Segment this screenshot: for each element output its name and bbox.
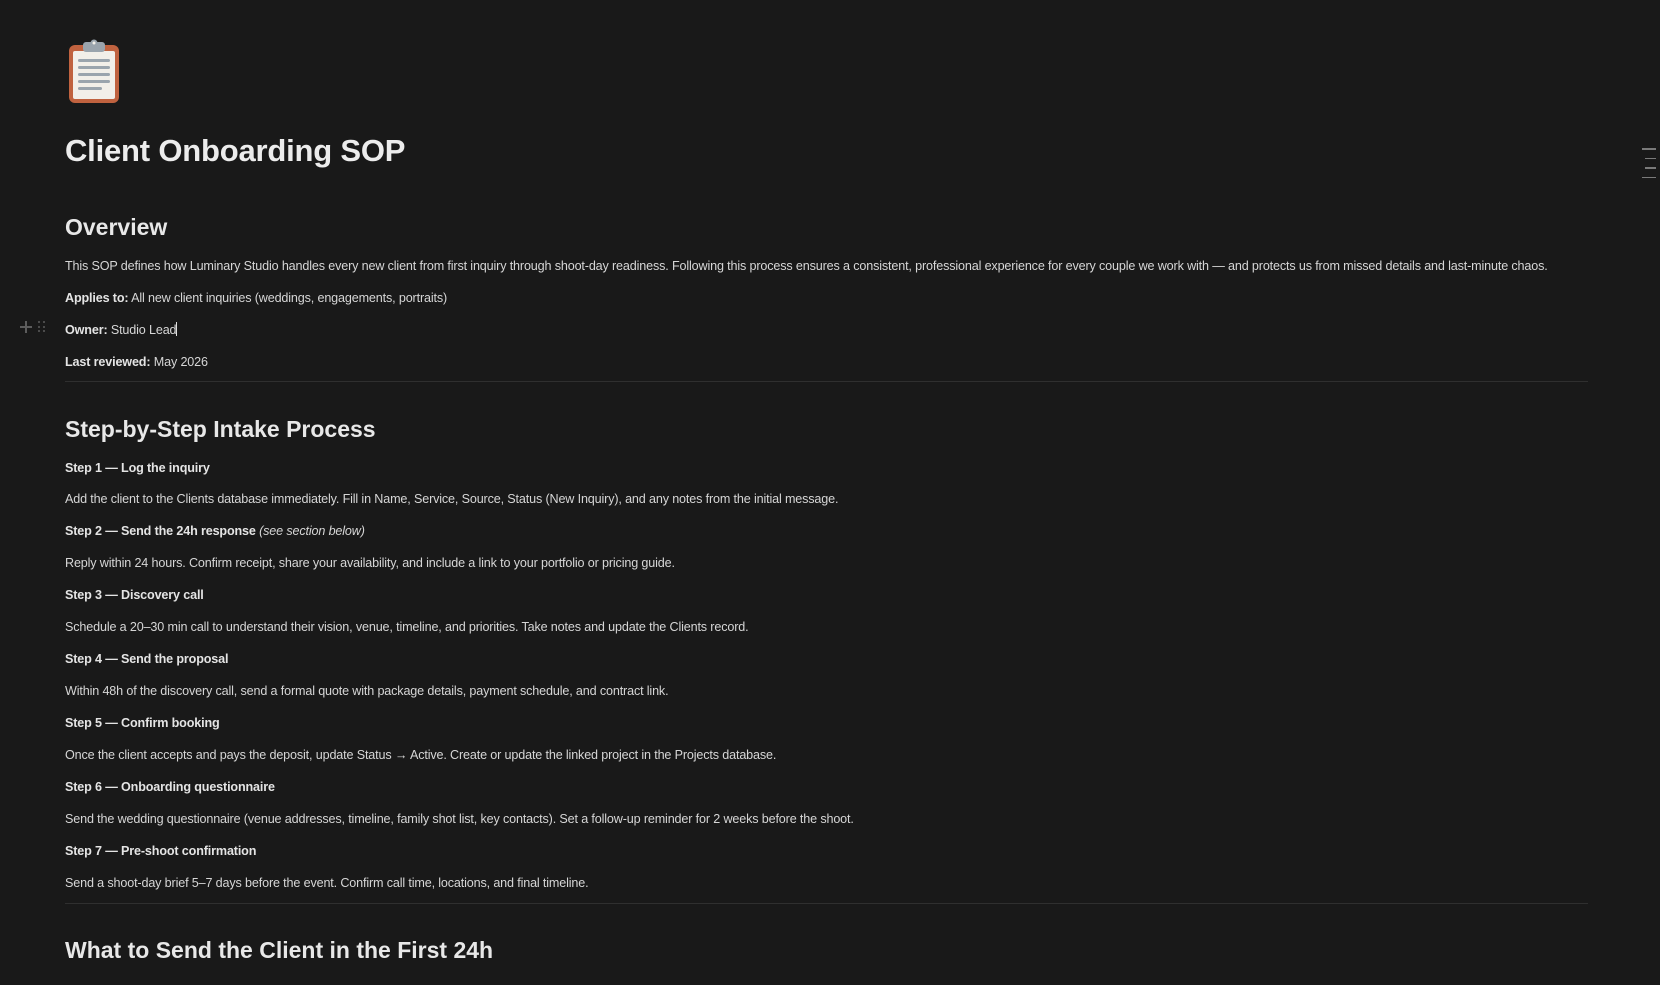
- divider: [65, 381, 1588, 382]
- last-reviewed-label: Last reviewed:: [65, 355, 151, 369]
- drag-handle-icon[interactable]: [38, 321, 46, 333]
- last-reviewed-value: May 2026: [150, 355, 208, 369]
- heading-overview[interactable]: Overview: [65, 214, 167, 241]
- step-title-text: Step 5 — Confirm booking: [65, 716, 220, 730]
- step-7-body[interactable]: Send a shoot-day brief 5–7 days before t…: [65, 874, 589, 892]
- text-cursor: [176, 322, 178, 336]
- owner-value: Studio Lead: [107, 323, 177, 337]
- owner-label: Owner:: [65, 323, 108, 337]
- applies-value: All new client inquiries (weddings, enga…: [128, 291, 448, 305]
- step-note: (see section below): [255, 524, 365, 538]
- step-3-body[interactable]: Schedule a 20–30 min call to understand …: [65, 618, 749, 636]
- step-6-body[interactable]: Send the wedding questionnaire (venue ad…: [65, 810, 854, 828]
- step-1-title[interactable]: Step 1 — Log the inquiry: [65, 459, 210, 477]
- step-3-title[interactable]: Step 3 — Discovery call: [65, 586, 204, 604]
- step-4-body[interactable]: Within 48h of the discovery call, send a…: [65, 682, 669, 700]
- step-5-body[interactable]: Once the client accepts and pays the dep…: [65, 746, 776, 764]
- heading-intake-process[interactable]: Step-by-Step Intake Process: [65, 416, 376, 443]
- step-title-text: Step 3 — Discovery call: [65, 588, 204, 602]
- step-title-text: Step 1 — Log the inquiry: [65, 461, 210, 475]
- last-reviewed-line[interactable]: Last reviewed: May 2026: [65, 353, 208, 371]
- step-2-body[interactable]: Reply within 24 hours. Confirm receipt, …: [65, 554, 675, 572]
- step-5-title[interactable]: Step 5 — Confirm booking: [65, 714, 220, 732]
- step-title-text: Step 7 — Pre-shoot confirmation: [65, 844, 257, 858]
- applies-label: Applies to:: [65, 291, 129, 305]
- owner-line[interactable]: Owner: Studio Lead: [65, 321, 178, 339]
- applies-to-line[interactable]: Applies to: All new client inquiries (we…: [65, 289, 447, 307]
- overview-intro[interactable]: This SOP defines how Luminary Studio han…: [65, 257, 1548, 275]
- clipboard-icon[interactable]: [67, 39, 123, 105]
- step-6-title[interactable]: Step 6 — Onboarding questionnaire: [65, 778, 275, 796]
- block-handle[interactable]: [20, 321, 46, 333]
- step-7-title[interactable]: Step 7 — Pre-shoot confirmation: [65, 842, 256, 860]
- page-title[interactable]: Client Onboarding SOP: [65, 133, 405, 169]
- step-2-title[interactable]: Step 2 — Send the 24h response (see sect…: [65, 522, 365, 540]
- step-title-text: Step 4 — Send the proposal: [65, 652, 229, 666]
- step-1-body[interactable]: Add the client to the Clients database i…: [65, 490, 839, 508]
- step-title-text: Step 6 — Onboarding questionnaire: [65, 780, 275, 794]
- divider: [65, 903, 1588, 904]
- add-block-icon[interactable]: [20, 321, 32, 333]
- table-of-contents-icon[interactable]: [1642, 148, 1656, 178]
- step-title-text: Step 2 — Send the 24h response: [65, 524, 256, 538]
- heading-first-24h[interactable]: What to Send the Client in the First 24h: [65, 937, 493, 964]
- step-4-title[interactable]: Step 4 — Send the proposal: [65, 650, 228, 668]
